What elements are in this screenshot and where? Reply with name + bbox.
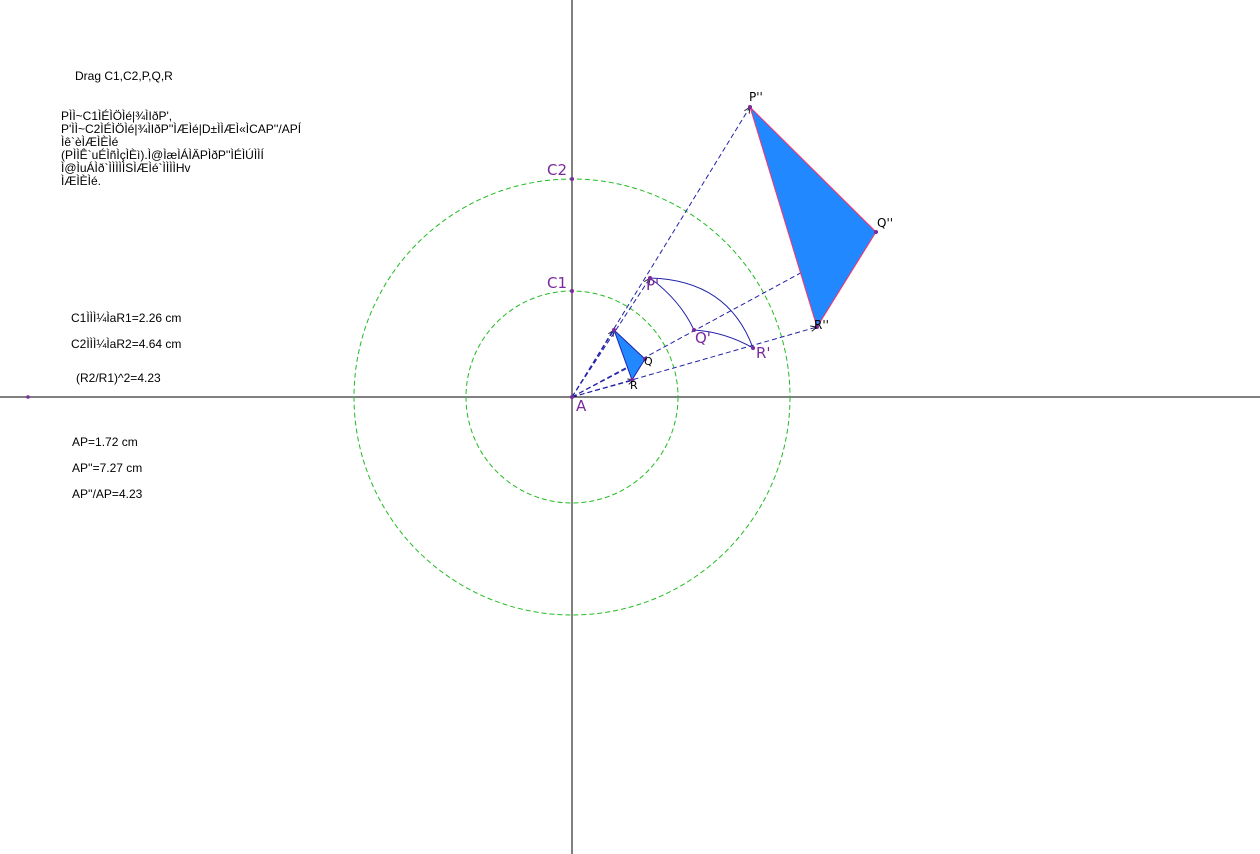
label-p-double-prime: P'' <box>749 90 763 104</box>
point-r-prime <box>751 346 755 350</box>
triangle-p2q2r2 <box>749 106 877 329</box>
point-a[interactable] <box>570 395 574 399</box>
label-p-prime: P' <box>646 276 659 294</box>
description-block: PÌÌ~C1ÌÉÌÖÌé|¾ÌIðP', P'ÌÌ~C2ÌÉÌÖÌé|¾ÌIðP… <box>61 110 301 188</box>
label-q: Q <box>644 355 653 368</box>
axis-origin-handle[interactable] <box>26 395 30 399</box>
measure-ratio-ap: AP''/AP=4.23 <box>72 487 143 501</box>
point-c1[interactable] <box>570 289 574 293</box>
measure-ap: AP=1.72 cm <box>72 435 138 449</box>
label-a: A <box>576 397 587 415</box>
ray-a-p-double-prime <box>571 107 750 398</box>
label-q-prime: Q' <box>695 329 711 347</box>
label-r-prime: R' <box>756 344 771 362</box>
label-q-double-prime: Q'' <box>877 216 893 230</box>
measure-ratio-squared: (R2/R1)^2=4.23 <box>76 371 161 385</box>
measure-ap-double-prime: AP''=7.27 cm <box>72 461 143 475</box>
point-p[interactable] <box>612 328 616 332</box>
ray-a-p-prime <box>571 278 650 398</box>
label-r: R <box>630 379 638 392</box>
instructions-text: Drag C1,C2,P,Q,R <box>75 69 173 83</box>
measure-r1: C1ÌÌÌ¼ÌaR1=2.26 cm <box>71 311 182 325</box>
label-r-double-prime: R'' <box>814 318 829 332</box>
description-line: ÌÆÌÈÌé. <box>61 174 102 188</box>
label-c2: C2 <box>547 161 567 179</box>
point-p-double-prime <box>748 105 752 109</box>
measure-r2: C2ÌÌÌ¼ÌaR2=4.64 cm <box>71 337 182 351</box>
label-c1: C1 <box>547 274 567 292</box>
point-q-double-prime <box>874 230 878 234</box>
point-c2[interactable] <box>570 177 574 181</box>
